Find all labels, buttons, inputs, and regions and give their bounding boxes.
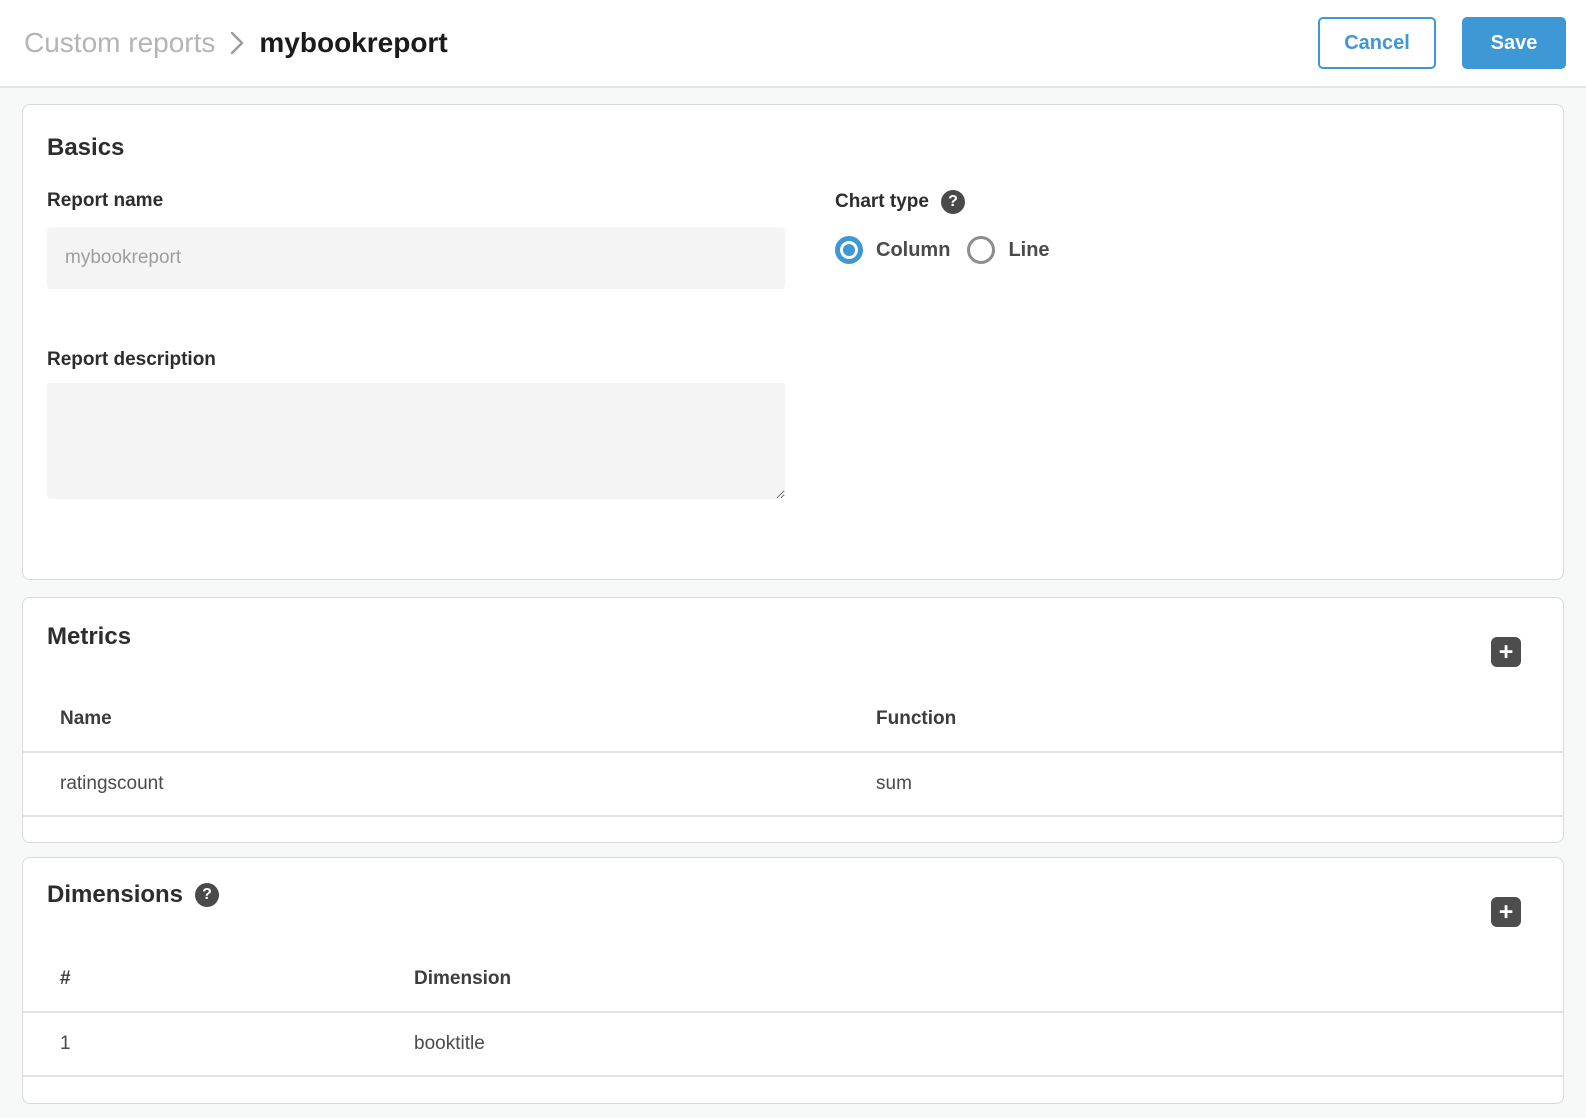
metrics-section: Metrics + Name Function ratingscount sum: [22, 597, 1564, 843]
dimensions-help-icon[interactable]: ?: [195, 883, 219, 907]
top-bar: Custom reports mybookreport Cancel Save: [0, 0, 1586, 88]
breadcrumb-parent-link[interactable]: Custom reports: [24, 27, 215, 59]
add-metric-button[interactable]: +: [1491, 637, 1521, 667]
metrics-title: Metrics: [47, 623, 131, 651]
dimension-name-cell: booktitle: [414, 1033, 1563, 1055]
dimension-index-cell: 1: [23, 1033, 414, 1055]
chart-type-label-row: Chart type ?: [835, 190, 1539, 214]
topbar-actions: Cancel Save: [1318, 17, 1566, 69]
radio-line-unselected[interactable]: [967, 236, 995, 264]
help-icon[interactable]: ?: [941, 190, 965, 214]
dimensions-table-header: # Dimension: [23, 946, 1563, 1013]
basics-left-column: Basics Report name Report description: [47, 134, 785, 550]
dimensions-section: Dimensions ? + # Dimension 1 booktitle: [22, 857, 1564, 1104]
plus-icon: +: [1499, 899, 1514, 925]
metrics-column-header-function: Function: [876, 708, 1563, 730]
report-editor: Basics Report name Report description Ch…: [0, 88, 1586, 1104]
dimensions-column-header-index: #: [23, 968, 414, 990]
metric-name-cell: ratingscount: [23, 773, 876, 795]
dimensions-table-row[interactable]: 1 booktitle: [23, 1013, 1563, 1077]
dimensions-header: Dimensions ? +: [23, 858, 1563, 946]
report-description-label: Report description: [47, 349, 785, 371]
dimensions-title: Dimensions: [47, 881, 183, 909]
chevron-right-icon: [228, 28, 246, 58]
breadcrumb: Custom reports mybookreport: [24, 27, 448, 59]
report-description-textarea[interactable]: [47, 383, 785, 499]
chart-type-radio-group: Column Line: [835, 236, 1539, 264]
basics-title: Basics: [47, 134, 785, 162]
add-dimension-button[interactable]: +: [1491, 897, 1521, 927]
cancel-button[interactable]: Cancel: [1318, 17, 1436, 69]
radio-line-label[interactable]: Line: [1008, 239, 1049, 262]
metrics-table-row[interactable]: ratingscount sum: [23, 753, 1563, 817]
metrics-header: Metrics +: [23, 598, 1563, 686]
dimensions-column-header-dimension: Dimension: [414, 968, 1563, 990]
metrics-table-header: Name Function: [23, 686, 1563, 753]
chart-type-label: Chart type: [835, 191, 929, 213]
page-title: mybookreport: [259, 27, 447, 59]
chart-type-column: Chart type ? Column Line: [835, 134, 1539, 550]
save-button[interactable]: Save: [1462, 17, 1566, 69]
radio-column-label[interactable]: Column: [876, 239, 950, 262]
metrics-column-header-name: Name: [23, 708, 876, 730]
radio-column-selected[interactable]: [835, 236, 863, 264]
plus-icon: +: [1499, 639, 1514, 665]
metric-function-cell: sum: [876, 773, 1563, 795]
basics-section: Basics Report name Report description Ch…: [22, 104, 1564, 580]
report-name-input[interactable]: [47, 227, 785, 289]
report-name-label: Report name: [47, 190, 785, 212]
